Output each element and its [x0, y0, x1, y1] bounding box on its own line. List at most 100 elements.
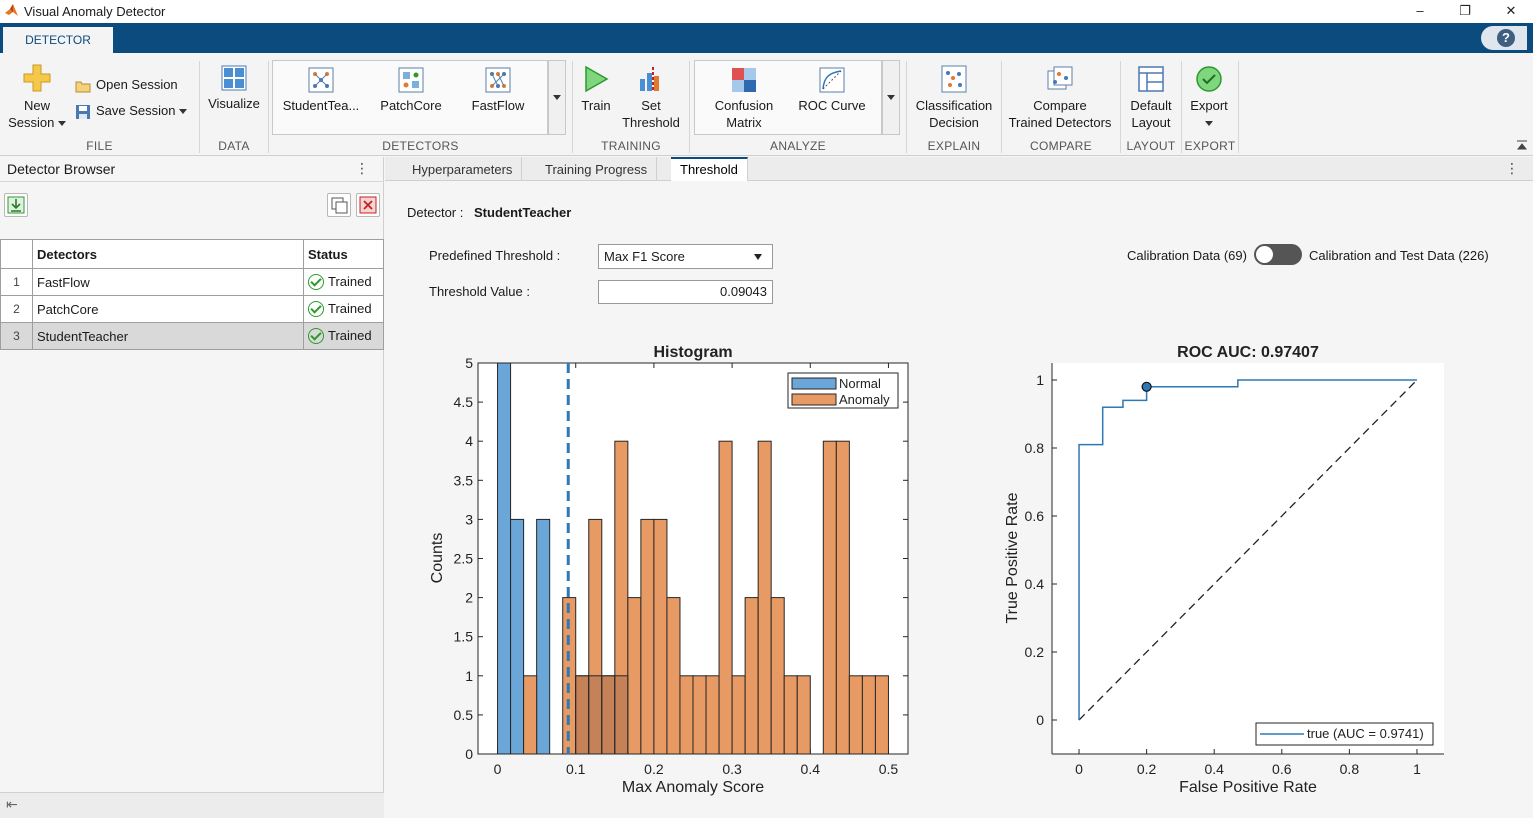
- bar-anomaly: [757, 440, 772, 755]
- y-tick-label: 0.5: [454, 707, 474, 723]
- data-source-toggle[interactable]: [1254, 244, 1302, 265]
- legend: Normal Anomaly: [787, 372, 899, 409]
- tab-hyperparameters[interactable]: Hyperparameters: [403, 157, 523, 181]
- x-tick-label: 0.4: [1204, 761, 1224, 777]
- visualize-button[interactable]: Visualize: [204, 65, 264, 112]
- bar-anomaly: [822, 440, 837, 755]
- predefined-threshold-dropdown[interactable]: Max F1 Score: [598, 244, 773, 269]
- status-text: Trained: [328, 300, 372, 316]
- bar-normal: [510, 518, 525, 755]
- minimize-button[interactable]: –: [1405, 2, 1435, 20]
- detector-item-fastflow[interactable]: FastFlow: [462, 67, 534, 114]
- x-tick-label: 0: [1075, 761, 1083, 777]
- copy-icon: [331, 197, 348, 214]
- export-button[interactable]: Export: [1184, 65, 1234, 131]
- section-training: TRAINING: [601, 139, 661, 153]
- default-layout-button[interactable]: Default Layout: [1124, 65, 1178, 131]
- help-button[interactable]: ?: [1481, 26, 1527, 50]
- bar-overlap: [601, 675, 616, 755]
- y-tick-label: 0.2: [1025, 644, 1045, 660]
- classification-decision-button[interactable]: Classification Decision: [910, 65, 998, 131]
- y-tick-label: 1: [1036, 372, 1044, 388]
- train-button[interactable]: Train: [577, 65, 615, 114]
- roc-curve-button[interactable]: ROC Curve: [792, 67, 872, 114]
- bar-anomaly: [653, 518, 668, 755]
- bar-anomaly: [744, 597, 759, 755]
- bar-anomaly: [848, 675, 863, 755]
- y-tick-label: 1: [465, 668, 473, 684]
- collapse-toolstrip-icon[interactable]: [1516, 139, 1528, 151]
- x-tick-label: 1: [1413, 761, 1421, 777]
- ribbon-tab-bar: DETECTOR ?: [0, 23, 1533, 53]
- column-header-status[interactable]: Status: [303, 239, 384, 269]
- maximize-button[interactable]: ❐: [1450, 2, 1480, 20]
- compare-icon: [1047, 66, 1073, 90]
- plot-area: [1052, 363, 1444, 754]
- close-window-button[interactable]: ✕: [1496, 2, 1526, 20]
- set-threshold-button[interactable]: Set Threshold: [619, 65, 683, 131]
- calibration-data-label: Calibration Data (69): [1127, 248, 1247, 263]
- x-tick-label: 0.2: [644, 761, 664, 777]
- gallery-expand-button[interactable]: [882, 60, 900, 135]
- detector-item-patchcore[interactable]: PatchCore: [372, 67, 450, 114]
- threshold-value-field[interactable]: 0.09043: [598, 280, 773, 304]
- save-session-button[interactable]: Save Session: [75, 102, 188, 120]
- y-tick-label: 4.5: [454, 394, 474, 410]
- title-bar: Visual Anomaly Detector – ❐ ✕: [0, 0, 1533, 23]
- tab-threshold[interactable]: Threshold: [671, 157, 748, 182]
- panel-footer: ⇤: [0, 792, 384, 818]
- tab-training-progress[interactable]: Training Progress: [536, 157, 658, 181]
- x-tick-label: 0.6: [1272, 761, 1292, 777]
- panel-menu-button[interactable]: ⋮: [355, 160, 369, 177]
- y-tick-label: 1.5: [454, 629, 474, 645]
- threshold-panel: Detector : StudentTeacher Predefined Thr…: [385, 181, 1533, 818]
- compare-trained-detectors-button[interactable]: Compare Trained Detectors: [1004, 65, 1116, 131]
- window-title: Visual Anomaly Detector: [24, 4, 166, 19]
- legend-swatch-normal: [791, 377, 837, 390]
- bar-normal: [536, 518, 551, 755]
- roc-chart[interactable]: ROC AUC: 0.97407 False Positive Rate Tru…: [995, 333, 1455, 803]
- bar-overlap: [575, 675, 590, 755]
- threshold-chart-icon: [640, 67, 659, 92]
- collapse-panel-icon[interactable]: ⇤: [6, 796, 18, 813]
- detector-label: Detector :: [407, 205, 464, 220]
- import-detector-button[interactable]: [4, 193, 28, 217]
- x-tick-label: 0.5: [879, 761, 899, 777]
- bar-anomaly: [679, 675, 694, 755]
- confusion-matrix-button[interactable]: Confusion Matrix: [705, 67, 783, 131]
- y-axis-label: Counts: [429, 533, 446, 584]
- delete-detector-button[interactable]: [356, 193, 380, 217]
- tabs-menu-button[interactable]: ⋮: [1505, 160, 1519, 177]
- y-tick-label: 0: [1036, 712, 1044, 728]
- document-tabs: Hyperparameters Training Progress Thresh…: [385, 157, 1533, 182]
- open-session-button[interactable]: Open Session: [75, 76, 178, 93]
- bar-overlap: [588, 675, 603, 755]
- status-cell: Trained: [303, 268, 384, 296]
- x-tick-label: 0: [494, 761, 502, 777]
- section-export: EXPORT: [1184, 139, 1236, 153]
- detector-item-studentteacher[interactable]: StudentTea...: [280, 67, 362, 114]
- table-row[interactable]: 2 PatchCore Trained: [0, 295, 384, 323]
- table-row[interactable]: 1 FastFlow Trained: [0, 268, 384, 296]
- y-tick-label: 5: [465, 355, 473, 371]
- histogram-chart[interactable]: Histogram Max Anomaly Score Counts 0 0.5 1…: [415, 333, 925, 803]
- x-tick-label: 0.8: [1340, 761, 1360, 777]
- new-session-button[interactable]: New Session: [8, 63, 66, 131]
- delete-icon: [359, 196, 377, 214]
- roc-curve-icon: [819, 67, 845, 93]
- duplicate-detector-button[interactable]: [327, 193, 351, 217]
- table-row-selected[interactable]: 3 StudentTeacher Trained: [0, 322, 384, 350]
- column-header-detectors[interactable]: Detectors: [32, 239, 304, 269]
- threshold-value-label: Threshold Value :: [429, 284, 530, 299]
- panel-title: Detector Browser: [7, 161, 116, 177]
- x-tick-label: 0.3: [722, 761, 742, 777]
- bar-anomaly: [783, 675, 798, 755]
- gallery-expand-button[interactable]: [548, 60, 566, 135]
- section-file: FILE: [86, 139, 113, 153]
- operating-point-marker[interactable]: [1141, 381, 1152, 392]
- detector-name: PatchCore: [32, 295, 304, 323]
- status-text: Trained: [328, 273, 372, 289]
- tab-detector[interactable]: DETECTOR: [3, 27, 113, 53]
- chevron-down-icon: [179, 109, 188, 115]
- bar-anomaly: [627, 597, 642, 755]
